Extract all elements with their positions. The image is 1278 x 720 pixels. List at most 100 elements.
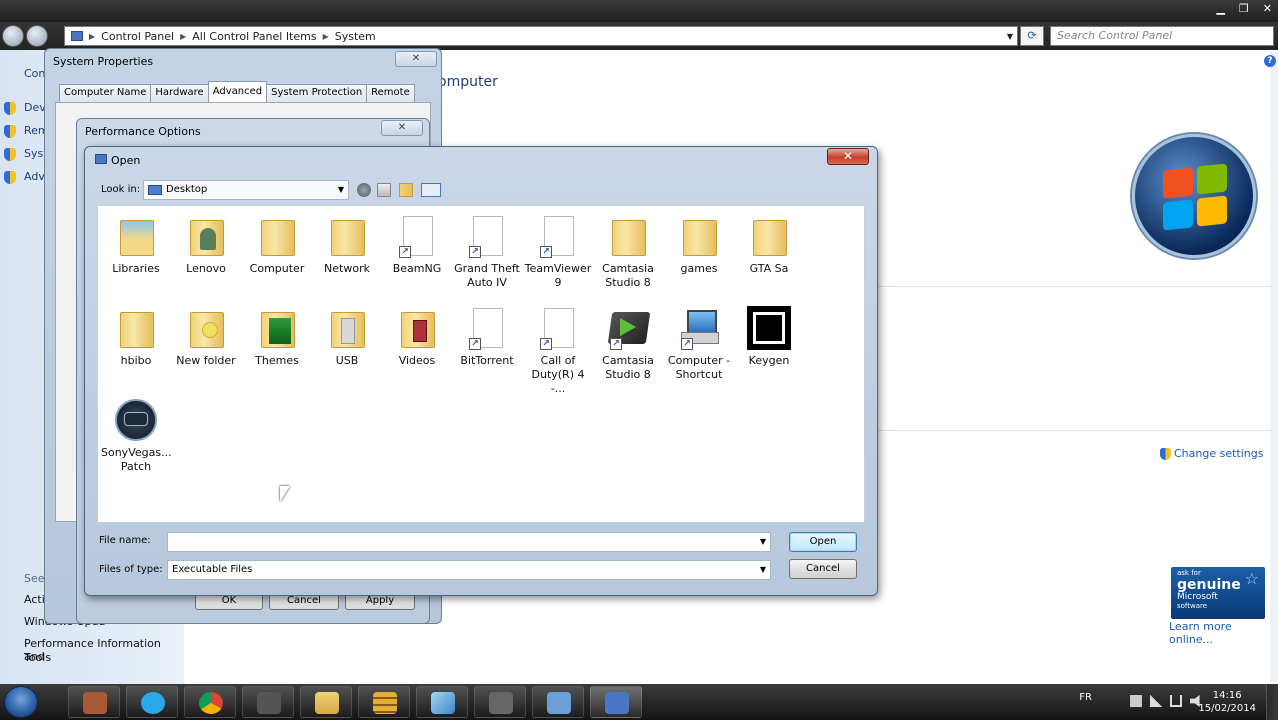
dialog-title: Open [111, 154, 141, 167]
file-name: Camtasia Studio 8 [602, 354, 654, 381]
dialog-icon [95, 154, 107, 164]
back-icon[interactable] [357, 183, 371, 197]
list-item[interactable]: ↗ Camtasia Studio 8 [593, 306, 663, 382]
refresh-button[interactable]: ⟳ [1020, 26, 1044, 46]
close-button[interactable]: ✕ [381, 120, 423, 136]
tab-remote[interactable]: Remote [366, 84, 415, 102]
folder-icon [325, 306, 369, 350]
taskbar-app-button[interactable] [184, 686, 236, 718]
taskbar-app-button[interactable] [68, 686, 120, 718]
tab-computer-name[interactable]: Computer Name [59, 84, 152, 102]
help-icon[interactable]: ? [1264, 55, 1276, 67]
signal-icon[interactable] [1150, 695, 1162, 707]
computer-icon: ↗ [677, 306, 721, 350]
up-folder-icon[interactable] [377, 183, 391, 197]
close-icon[interactable]: ✕ [1263, 2, 1272, 15]
folder-icon [184, 306, 228, 350]
list-item[interactable]: ↗ BeamNG [382, 214, 452, 276]
shield-icon [4, 125, 16, 138]
taskbar-app-button[interactable] [532, 686, 584, 718]
chevron-down-icon[interactable]: ▼ [760, 533, 766, 551]
file-name: Camtasia Studio 8 [602, 262, 654, 289]
taskbar-app-button[interactable] [358, 686, 410, 718]
language-indicator[interactable]: FR [1079, 692, 1092, 703]
taskbar-app-button[interactable] [474, 686, 526, 718]
genuine-microsoft-badge[interactable]: ask for genuine Microsoft software ☆ [1171, 567, 1265, 619]
genuine-line: software [1177, 601, 1208, 610]
learn-more-link[interactable]: Learn more online... [1169, 620, 1278, 646]
chrome-icon [199, 692, 223, 714]
taskbar-app-button[interactable] [242, 686, 294, 718]
list-item[interactable]: ↗ TeamViewer 9 [523, 214, 593, 290]
show-desktop-button[interactable] [1266, 684, 1278, 720]
folder-icon [114, 306, 158, 350]
tab-hardware[interactable]: Hardware [150, 84, 209, 102]
taskbar-app-button[interactable] [126, 686, 178, 718]
look-in-value: Desktop [166, 184, 208, 195]
breadcrumb-item[interactable]: Control Panel [101, 30, 174, 43]
new-folder-icon[interactable] [399, 183, 413, 197]
clock[interactable]: 14:16 15/02/2014 [1198, 689, 1256, 715]
look-in-select[interactable]: Desktop ▼ [143, 180, 349, 200]
system-properties-icon [605, 692, 629, 714]
breadcrumb-separator-icon: ▶ [322, 31, 329, 41]
search-input[interactable]: Search Control Panel [1050, 26, 1274, 46]
close-button[interactable]: ✕ [827, 148, 869, 165]
list-item[interactable]: New folder [171, 306, 241, 368]
clock-date: 15/02/2014 [1198, 703, 1256, 714]
address-bar[interactable]: ▶ Control Panel ▶ All Control Panel Item… [64, 26, 1018, 46]
file-name: TeamViewer 9 [524, 262, 592, 289]
back-button[interactable] [2, 25, 24, 47]
window-controls: ▁ ❐ ✕ [1216, 2, 1272, 15]
network-icon[interactable] [1130, 695, 1142, 707]
view-menu-icon[interactable] [421, 183, 441, 197]
minimize-icon[interactable]: ▁ [1216, 2, 1224, 15]
user-avatar-icon [83, 692, 107, 714]
main-scrollbar[interactable] [1270, 52, 1278, 682]
list-item[interactable]: Computer [242, 214, 312, 276]
file-list[interactable]: Libraries Lenovo Computer Network ↗ Beam… [97, 205, 865, 523]
maximize-icon[interactable]: ❐ [1239, 2, 1249, 15]
close-button[interactable]: ✕ [395, 51, 437, 67]
tab-advanced[interactable]: Advanced [207, 81, 268, 102]
list-item[interactable]: Libraries [101, 214, 171, 276]
list-item[interactable]: Lenovo [171, 214, 241, 276]
list-item[interactable]: ↗ Computer - Shortcut [664, 306, 734, 382]
taskbar-app-button-active[interactable] [590, 686, 642, 718]
taskbar-app-button[interactable] [300, 686, 352, 718]
files-of-type-select[interactable]: Executable Files ▼ [167, 560, 771, 580]
list-item[interactable]: hbibo [101, 306, 171, 368]
start-button[interactable] [4, 686, 38, 718]
camtasia-icon [257, 692, 281, 714]
list-item[interactable]: ↗ Grand Theft Auto IV [452, 214, 522, 290]
open-button[interactable]: Open [789, 532, 857, 552]
cancel-button[interactable]: Cancel [789, 559, 857, 579]
shortcut-icon: ↗ [536, 214, 580, 258]
tab-system-protection[interactable]: System Protection [266, 84, 368, 102]
list-item[interactable]: SonyVegas... Patch [101, 398, 172, 474]
list-item[interactable]: ↗ Call of Duty(R) 4 -... [523, 306, 593, 396]
sidebar-link[interactable]: Adv [24, 170, 45, 183]
list-item[interactable]: ↗ BitTorrent [452, 306, 522, 368]
list-item[interactable]: Camtasia Studio 8 [593, 214, 663, 290]
forward-button[interactable] [26, 25, 48, 47]
change-settings-link[interactable]: Change settings [1160, 447, 1263, 460]
list-item[interactable]: games [664, 214, 734, 276]
dialog-title: System Properties [53, 55, 154, 68]
taskbar-app-button[interactable] [416, 686, 468, 718]
list-item[interactable]: Network [312, 214, 382, 276]
list-item[interactable]: Keygen [734, 306, 804, 368]
file-name-input[interactable]: ▼ [167, 532, 771, 552]
address-dropdown-icon[interactable]: ▼ [1007, 32, 1013, 41]
file-name: Lenovo [186, 262, 226, 275]
breadcrumb-item[interactable]: System [335, 30, 376, 43]
file-name: GTA Sa [749, 262, 789, 275]
list-item[interactable]: USB [312, 306, 382, 368]
list-item[interactable]: Videos [382, 306, 452, 368]
breadcrumb-item[interactable]: All Control Panel Items [192, 30, 316, 43]
action-center-flag-icon[interactable] [1170, 695, 1182, 707]
logo-quadrant [1163, 199, 1193, 231]
list-item[interactable]: Themes [242, 306, 312, 368]
list-item[interactable]: GTA Sa [734, 214, 804, 276]
see-also-link[interactable]: Tools [24, 651, 51, 664]
